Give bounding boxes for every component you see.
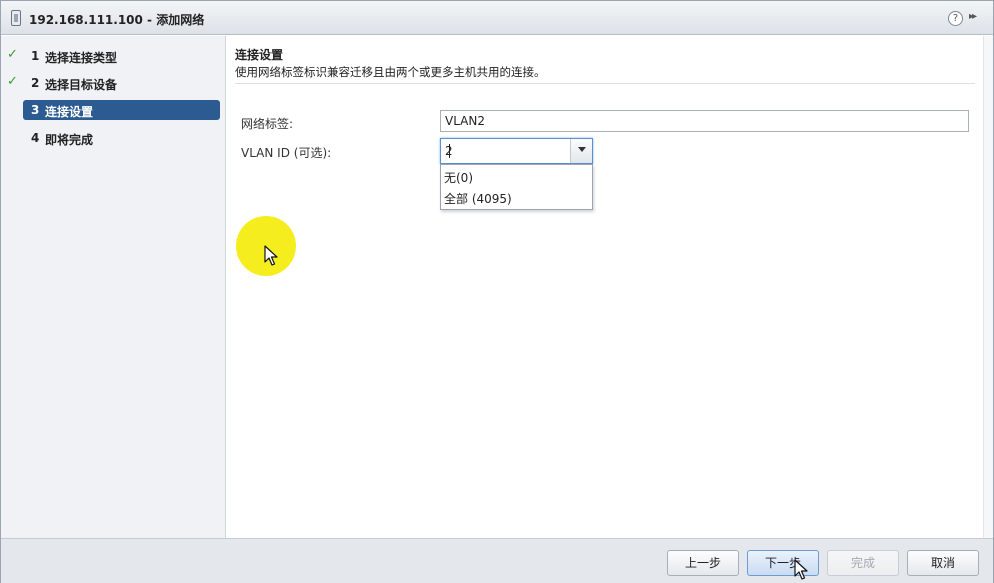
dropdown-option-none[interactable]: 无(0) [444,169,473,186]
step-2[interactable]: ✓ 2 选择目标设备 [1,73,226,93]
step-number: 4 [31,131,40,145]
step-number: 3 [31,103,40,117]
next-button[interactable]: 下一步 [747,550,819,576]
dropdown-option-all[interactable]: 全部 (4095) [444,190,512,207]
step-label: 选择目标设备 [45,78,118,92]
expand-icon[interactable]: ▸▸ [969,11,977,22]
vlan-id-combobox[interactable] [440,138,593,164]
section-title: 连接设置 [235,48,284,62]
mouse-pointer-icon [264,245,278,266]
step-number: 2 [31,76,40,90]
vlan-id-dropdown-list: 无(0) 全部 (4095) [440,164,593,210]
step-label: 连接设置 [45,105,94,119]
divider [235,83,975,84]
button-bar: 上一步 下一步 完成 取消 [1,538,993,583]
add-network-dialog: 192.168.111.100 - 添加网络 ? ▸▸ ✓ 1 选择连接类型 ✓… [0,0,994,583]
step-1[interactable]: ✓ 1 选择连接类型 [1,46,226,66]
mouse-pointer-icon [794,559,808,580]
step-label: 即将完成 [45,133,94,147]
window-title: 192.168.111.100 - 添加网络 [29,13,205,27]
check-icon: ✓ [7,47,18,62]
step-number: 1 [31,49,40,63]
network-label-caption: 网络标签: [241,117,294,131]
help-icon[interactable]: ? [948,11,963,26]
finish-button[interactable]: 完成 [827,550,899,576]
check-icon: ✓ [7,74,18,89]
back-button[interactable]: 上一步 [667,550,739,576]
host-icon [11,10,21,26]
connection-settings-panel: 连接设置 使用网络标签标识兼容迁移且由两个或更多主机共用的连接。 网络标签: V… [227,36,983,538]
network-label-input[interactable] [440,110,969,132]
chevron-down-icon [578,147,586,152]
scrollbar[interactable] [983,36,993,538]
vlan-id-input[interactable] [441,139,569,163]
section-description: 使用网络标签标识兼容迁移且由两个或更多主机共用的连接。 [235,65,546,79]
step-4[interactable]: 4 即将完成 [1,128,226,148]
title-bar: 192.168.111.100 - 添加网络 ? ▸▸ [1,1,993,35]
cancel-button[interactable]: 取消 [907,550,979,576]
step-label: 选择连接类型 [45,51,118,65]
text-caret [449,144,450,158]
vlan-id-caption: VLAN ID (可选): [241,146,332,160]
step-3-active[interactable]: 3 连接设置 [23,100,220,120]
dropdown-button[interactable] [570,139,592,163]
wizard-steps: ✓ 1 选择连接类型 ✓ 2 选择目标设备 3 连接设置 4 即将完成 [1,36,226,538]
